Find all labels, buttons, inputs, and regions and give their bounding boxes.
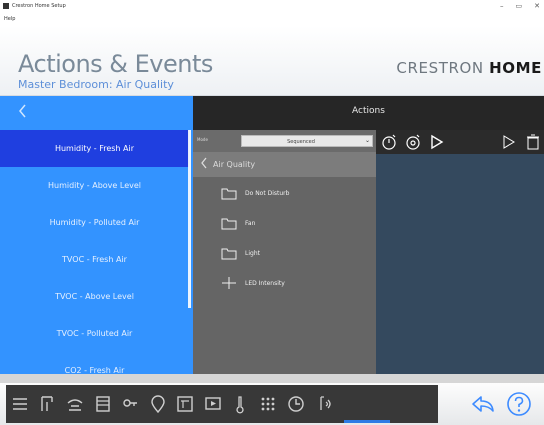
brand-text-bold: HOME xyxy=(489,59,542,77)
workspace-toolbar xyxy=(376,130,544,154)
menu-help[interactable]: Help xyxy=(4,16,15,22)
folder-icon xyxy=(221,248,237,260)
settings-delay-icon[interactable] xyxy=(405,133,421,151)
window-titlebar: Crestron Home Setup – ▭ ✕ xyxy=(0,0,544,14)
window-controls: – ▭ ✕ xyxy=(500,2,540,10)
play-icon[interactable] xyxy=(429,133,445,151)
device-browser: Mode Sequenced ⌄ Air Quality Do Not Dist… xyxy=(193,130,376,374)
breadcrumb-label: Air Quality xyxy=(213,160,256,169)
menu-bar: Help xyxy=(0,14,544,26)
delete-icon[interactable] xyxy=(525,133,541,151)
sensor-icon[interactable] xyxy=(314,394,334,414)
maximize-button[interactable]: ▭ xyxy=(516,2,523,10)
plus-icon xyxy=(222,277,236,289)
keypad-icon[interactable] xyxy=(258,394,278,414)
list-item-label: Light xyxy=(245,250,260,257)
chevron-left-icon xyxy=(201,157,207,169)
breadcrumb[interactable]: Air Quality xyxy=(193,152,376,177)
scene-icon[interactable] xyxy=(65,394,85,414)
list-item-label: Do Not Disturb xyxy=(245,190,290,197)
dock xyxy=(6,385,438,423)
divider xyxy=(0,374,544,383)
undo-icon[interactable] xyxy=(470,393,496,415)
play-outline-icon[interactable] xyxy=(501,133,517,151)
mode-select[interactable]: Sequenced ⌄ xyxy=(241,135,373,147)
mode-select-value: Sequenced xyxy=(287,139,315,145)
event-item-humidity-above-level[interactable]: Humidity - Above Level xyxy=(0,167,189,204)
add-delay-icon[interactable] xyxy=(381,133,397,151)
minimize-button[interactable]: – xyxy=(500,2,504,10)
rooms-icon[interactable] xyxy=(38,394,58,414)
thermostat-panel-icon[interactable] xyxy=(175,394,195,414)
mode-row: Mode Sequenced ⌄ xyxy=(193,130,376,152)
list-item-do-not-disturb[interactable]: Do Not Disturb xyxy=(193,180,376,208)
section-title: Actions xyxy=(352,106,385,116)
window-title: Crestron Home Setup xyxy=(12,3,66,9)
mode-label: Mode xyxy=(197,137,208,142)
event-item-tvoc-above-level[interactable]: TVOC - Above Level xyxy=(0,278,189,315)
event-list: Humidity - Fresh Air Humidity - Above Le… xyxy=(0,130,193,374)
keys-icon[interactable] xyxy=(120,394,140,414)
list-item-label: Fan xyxy=(245,220,256,227)
folder-icon xyxy=(221,218,237,230)
page-subtitle: Master Bedroom: Air Quality xyxy=(18,78,174,91)
media-icon[interactable] xyxy=(203,394,223,414)
help-icon[interactable] xyxy=(506,391,532,417)
section-bar: Actions xyxy=(0,96,544,130)
shades-icon[interactable] xyxy=(93,394,113,414)
app-icon xyxy=(3,3,9,9)
close-button[interactable]: ✕ xyxy=(534,2,540,10)
event-item-tvoc-polluted-air[interactable]: TVOC - Polluted Air xyxy=(0,315,189,352)
menu-icon[interactable] xyxy=(10,394,30,414)
event-item-tvoc-fresh-air[interactable]: TVOC - Fresh Air xyxy=(0,241,189,278)
list-item-light[interactable]: Light xyxy=(193,240,376,268)
event-item-humidity-fresh-air[interactable]: Humidity - Fresh Air xyxy=(0,130,189,167)
list-item-fan[interactable]: Fan xyxy=(193,210,376,238)
list-item-led-intensity[interactable]: LED Intensity xyxy=(193,270,376,298)
chevron-down-icon: ⌄ xyxy=(364,137,370,144)
page-title: Actions & Events xyxy=(18,50,213,78)
temperature-icon[interactable] xyxy=(230,394,250,414)
bottom-taskbar xyxy=(0,383,544,425)
brand-text: CRESTRON xyxy=(396,59,490,77)
brand-logo: CRESTRON HOME xyxy=(396,59,542,77)
clock-icon[interactable] xyxy=(286,394,306,414)
list-item-label: LED Intensity xyxy=(245,280,285,287)
event-item-humidity-polluted-air[interactable]: Humidity - Polluted Air xyxy=(0,204,189,241)
chevron-left-icon xyxy=(19,104,26,118)
sidebar-scrollbar[interactable] xyxy=(188,130,191,308)
event-item-co2-fresh-air[interactable]: CO2 - Fresh Air xyxy=(0,352,189,374)
folder-icon xyxy=(221,188,237,200)
active-tab-indicator xyxy=(344,420,390,423)
location-icon[interactable] xyxy=(148,394,168,414)
page-header: Actions & Events Master Bedroom: Air Qua… xyxy=(0,26,544,96)
back-button[interactable] xyxy=(0,96,193,130)
actions-workspace[interactable] xyxy=(376,130,544,374)
